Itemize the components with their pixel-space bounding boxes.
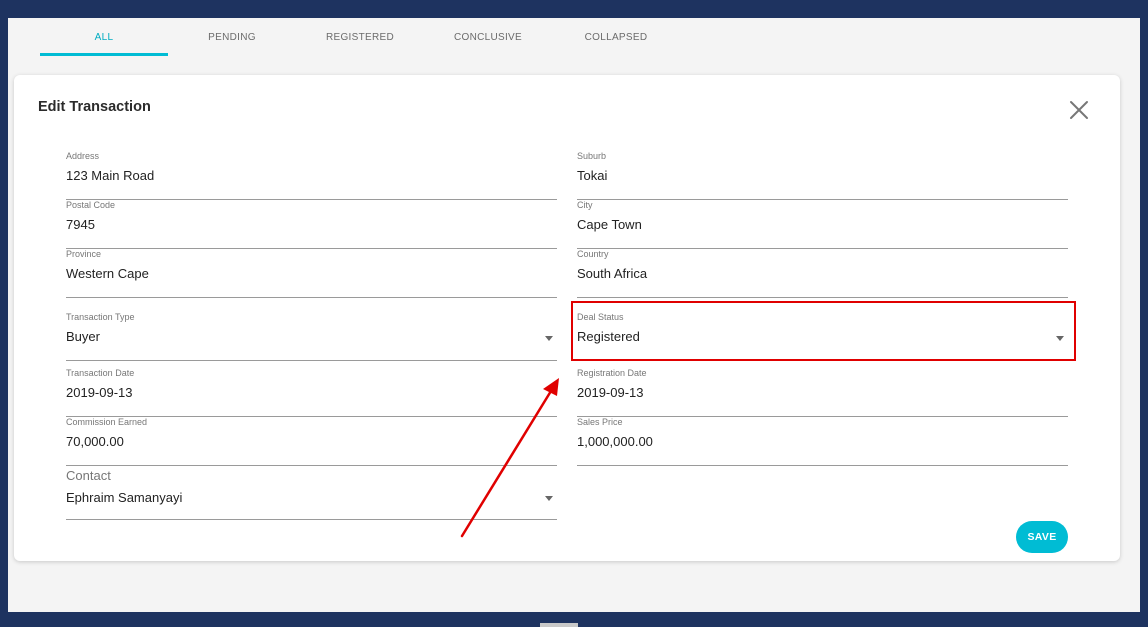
save-button[interactable]: SAVE [1016,521,1068,553]
city-label: City [577,200,593,210]
tab-pending[interactable]: PENDING [168,18,296,56]
suburb-field[interactable]: Suburb Tokai [577,151,1068,200]
transaction-type-label: Transaction Type [66,312,135,322]
contact-label: Contact [66,468,111,483]
tab-conclusive[interactable]: CONCLUSIVE [424,18,552,56]
transaction-date-value: 2019-09-13 [66,385,133,400]
address-label: Address [66,151,100,161]
sales-price-field[interactable]: Sales Price 1,000,000.00 [577,417,1068,466]
tab-all[interactable]: ALL [40,18,168,56]
suburb-label: Suburb [577,151,607,161]
postal-code-field[interactable]: Postal Code 7945 [66,200,557,249]
registration-date-label: Registration Date [577,368,647,378]
country-value: South Africa [577,266,648,281]
chevron-down-icon[interactable] [545,336,553,341]
transaction-date-label: Transaction Date [66,368,135,378]
commission-earned-field[interactable]: Commission Earned 70,000.00 [66,417,557,466]
chevron-down-icon[interactable] [545,496,553,501]
country-field[interactable]: Country South Africa [577,249,1068,298]
registration-date-field[interactable]: Registration Date 2019-09-13 [577,368,1068,417]
close-icon[interactable] [1068,99,1090,121]
tab-collapsed[interactable]: COLLAPSED [552,18,680,56]
contact-value: Ephraim Samanyayi [66,490,183,505]
address-field[interactable]: Address 123 Main Road [66,151,557,200]
registration-date-value: 2019-09-13 [577,385,644,400]
tab-bar: ALL PENDING REGISTERED CONCLUSIVE COLLAP… [8,18,1140,56]
contact-select[interactable]: Contact Ephraim Samanyayi [66,468,557,520]
suburb-value: Tokai [577,168,608,183]
province-field[interactable]: Province Western Cape [66,249,557,298]
dialog-title: Edit Transaction [38,99,151,115]
country-label: Country [577,249,609,259]
commission-earned-label: Commission Earned [66,417,148,427]
commission-earned-value: 70,000.00 [66,434,124,449]
sales-price-label: Sales Price [577,417,623,427]
province-value: Western Cape [66,266,149,281]
transaction-date-field[interactable]: Transaction Date 2019-09-13 [66,368,557,417]
city-field[interactable]: City Cape Town [577,200,1068,249]
transaction-type-select[interactable]: Transaction Type Buyer [66,312,557,361]
postal-code-value: 7945 [66,217,95,232]
bottom-handle [540,623,578,627]
postal-code-label: Postal Code [66,200,116,210]
active-tab-indicator [40,53,168,56]
province-label: Province [66,249,102,259]
annotation-highlight-box [571,301,1076,361]
transaction-type-value: Buyer [66,329,100,344]
city-value: Cape Town [577,217,642,232]
address-value: 123 Main Road [66,168,155,183]
sales-price-value: 1,000,000.00 [577,434,653,449]
tab-registered[interactable]: REGISTERED [296,18,424,56]
